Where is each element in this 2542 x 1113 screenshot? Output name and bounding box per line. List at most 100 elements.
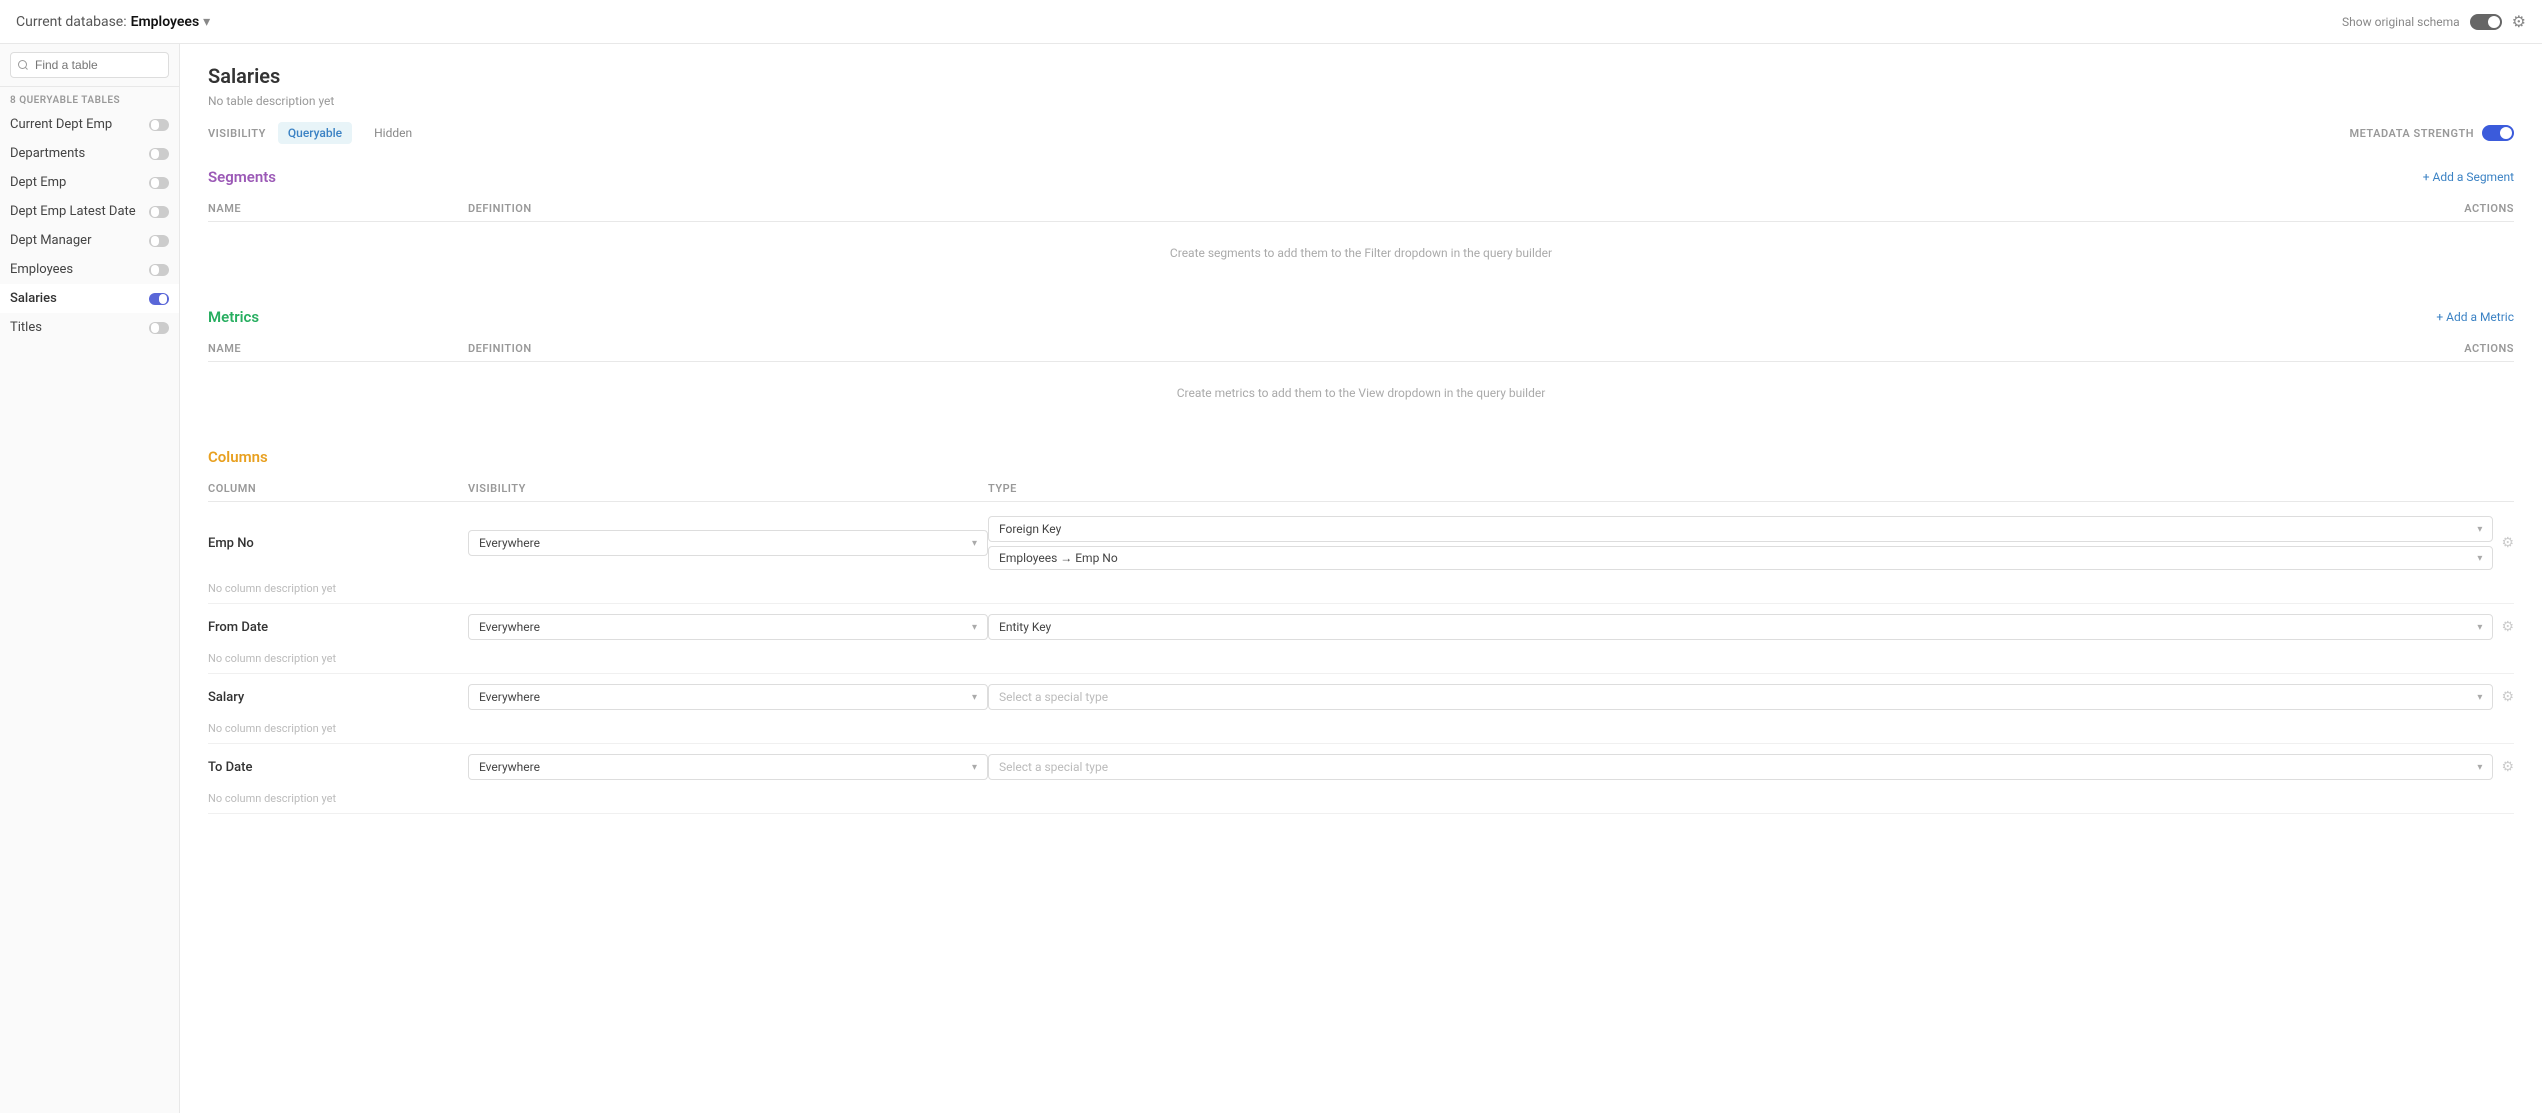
type-sub-emp-no[interactable]: Employees → Emp No ▾ xyxy=(988,546,2493,570)
sidebar-item-label: Titles xyxy=(10,320,42,335)
sidebar-item-dept-emp[interactable]: Dept Emp xyxy=(0,168,179,197)
metrics-empty-message: Create metrics to add them to the View d… xyxy=(208,366,2514,420)
metrics-col-actions: ACTIONS xyxy=(2434,342,2514,355)
chevron-down-icon: ▾ xyxy=(2477,524,2482,535)
visibility-value: Everywhere xyxy=(479,536,540,550)
sidebar-item-dept-manager[interactable]: Dept Manager xyxy=(0,226,179,255)
db-name: Employees xyxy=(131,14,200,30)
metrics-section: Metrics + Add a Metric NAME DEFINITION A… xyxy=(208,308,2514,420)
metadata-toggle[interactable] xyxy=(2482,125,2514,141)
column-type-to-date: Select a special type ▾ ⚙ xyxy=(988,754,2514,780)
column-desc-from-date: No column description yet xyxy=(208,650,2514,673)
sidebar-item-label: Departments xyxy=(10,146,85,161)
visibility-row: VISIBILITY Queryable Hidden METADATA STR… xyxy=(208,122,2514,144)
visibility-value: Everywhere xyxy=(479,620,540,634)
sidebar-item-titles[interactable]: Titles xyxy=(0,313,179,342)
metrics-table-header: NAME DEFINITION ACTIONS xyxy=(208,336,2514,362)
sidebar-item-label: Dept Emp Latest Date xyxy=(10,204,136,219)
segments-title: Segments xyxy=(208,168,276,186)
column-row-emp-no: Emp No Everywhere ▾ Foreign Key xyxy=(208,506,2514,604)
sidebar-item-departments[interactable]: Departments xyxy=(0,139,179,168)
type-value: Select a special type xyxy=(999,690,1108,704)
visibility-value: Everywhere xyxy=(479,760,540,774)
add-metric-link[interactable]: + Add a Metric xyxy=(2436,310,2514,324)
visibility-left: VISIBILITY Queryable Hidden xyxy=(208,122,422,144)
column-gear-icon-salary[interactable]: ⚙ xyxy=(2501,689,2514,705)
column-name-salary: Salary xyxy=(208,690,468,705)
metrics-header: Metrics + Add a Metric xyxy=(208,308,2514,326)
show-original-toggle[interactable] xyxy=(2470,14,2502,30)
visibility-select-from-date[interactable]: Everywhere ▾ xyxy=(468,614,988,640)
columns-table-header: COLUMN VISIBILITY TYPE xyxy=(208,476,2514,502)
search-input[interactable] xyxy=(10,52,169,78)
chevron-down-icon: ▾ xyxy=(2477,692,2482,703)
toggle-icon xyxy=(149,148,169,160)
segments-col-definition: DEFINITION xyxy=(468,202,2434,215)
segments-col-actions: ACTIONS xyxy=(2434,202,2514,215)
sidebar-item-salaries[interactable]: Salaries xyxy=(0,284,179,313)
top-bar-left: Current database: Employees ▾ xyxy=(16,14,210,30)
show-original-label: Show original schema xyxy=(2342,15,2460,29)
toggle-icon xyxy=(149,119,169,131)
type-value: Entity Key xyxy=(999,620,1051,634)
metrics-title: Metrics xyxy=(208,308,259,326)
column-visibility-salary: Everywhere ▾ xyxy=(468,684,988,710)
metrics-col-name: NAME xyxy=(208,342,468,355)
column-gear-icon-to-date[interactable]: ⚙ xyxy=(2501,759,2514,775)
sidebar-item-current-dept-emp[interactable]: Current Dept Emp xyxy=(0,110,179,139)
chevron-down-icon: ▾ xyxy=(2477,553,2482,564)
type-value: Foreign Key xyxy=(999,522,1061,536)
settings-gear-icon[interactable]: ⚙ xyxy=(2512,12,2526,31)
chevron-down-icon: ▾ xyxy=(972,538,977,549)
visibility-select-emp-no[interactable]: Everywhere ▾ xyxy=(468,530,988,556)
column-gear-icon-emp-no[interactable]: ⚙ xyxy=(2501,535,2514,551)
add-segment-link[interactable]: + Add a Segment xyxy=(2423,170,2514,184)
sidebar-item-label: Salaries xyxy=(10,291,57,306)
column-type-from-date: Entity Key ▾ ⚙ xyxy=(988,614,2514,640)
chevron-down-icon: ▾ xyxy=(2477,622,2482,633)
top-bar: Current database: Employees ▾ Show origi… xyxy=(0,0,2542,44)
visibility-value: Everywhere xyxy=(479,690,540,704)
db-chevron-icon[interactable]: ▾ xyxy=(203,14,210,30)
sidebar-item-employees[interactable]: Employees xyxy=(0,255,179,284)
chevron-down-icon: ▾ xyxy=(972,622,977,633)
segments-empty-message: Create segments to add them to the Filte… xyxy=(208,226,2514,280)
type-select-from-date[interactable]: Entity Key ▾ xyxy=(988,614,2493,640)
content-area: Salaries No table description yet VISIBI… xyxy=(180,44,2542,1113)
visibility-tab-queryable[interactable]: Queryable xyxy=(278,122,352,144)
col-header-column: COLUMN xyxy=(208,482,468,495)
column-desc-salary: No column description yet xyxy=(208,720,2514,743)
columns-section: Columns COLUMN VISIBILITY TYPE Emp No Ev… xyxy=(208,448,2514,814)
top-bar-right: Show original schema ⚙ xyxy=(2342,12,2526,31)
metadata-label: METADATA STRENGTH xyxy=(2349,127,2474,140)
segments-header: Segments + Add a Segment xyxy=(208,168,2514,186)
column-row-salary: Salary Everywhere ▾ Select a special typ… xyxy=(208,674,2514,744)
column-visibility-to-date: Everywhere ▾ xyxy=(468,754,988,780)
column-visibility-emp-no: Everywhere ▾ xyxy=(468,530,988,556)
toggle-icon-active xyxy=(149,293,169,305)
toggle-icon xyxy=(149,206,169,218)
toggle-icon xyxy=(149,235,169,247)
toggle-icon xyxy=(149,322,169,334)
segments-section: Segments + Add a Segment NAME DEFINITION… xyxy=(208,168,2514,280)
page-subtitle: No table description yet xyxy=(208,94,2514,108)
metadata-row: METADATA STRENGTH xyxy=(2349,125,2514,141)
type-select-to-date[interactable]: Select a special type ▾ xyxy=(988,754,2493,780)
column-visibility-from-date: Everywhere ▾ xyxy=(468,614,988,640)
type-select-salary[interactable]: Select a special type ▾ xyxy=(988,684,2493,710)
column-type-emp-no: Foreign Key ▾ Employees → Emp No ▾ ⚙ xyxy=(988,516,2514,570)
metrics-col-definition: DEFINITION xyxy=(468,342,2434,355)
column-desc-emp-no: No column description yet xyxy=(208,580,2514,603)
segments-col-name: NAME xyxy=(208,202,468,215)
column-name-from-date: From Date xyxy=(208,620,468,635)
column-gear-icon-from-date[interactable]: ⚙ xyxy=(2501,619,2514,635)
column-row-to-date: To Date Everywhere ▾ Select a special ty… xyxy=(208,744,2514,814)
sidebar-item-label: Dept Manager xyxy=(10,233,91,248)
segments-table-header: NAME DEFINITION ACTIONS xyxy=(208,196,2514,222)
sidebar: 8 QUERYABLE TABLES Current Dept Emp Depa… xyxy=(0,44,180,1113)
visibility-select-to-date[interactable]: Everywhere ▾ xyxy=(468,754,988,780)
visibility-tab-hidden[interactable]: Hidden xyxy=(364,122,422,144)
visibility-select-salary[interactable]: Everywhere ▾ xyxy=(468,684,988,710)
sidebar-item-dept-emp-latest-date[interactable]: Dept Emp Latest Date xyxy=(0,197,179,226)
type-select-emp-no[interactable]: Foreign Key ▾ xyxy=(988,516,2493,542)
